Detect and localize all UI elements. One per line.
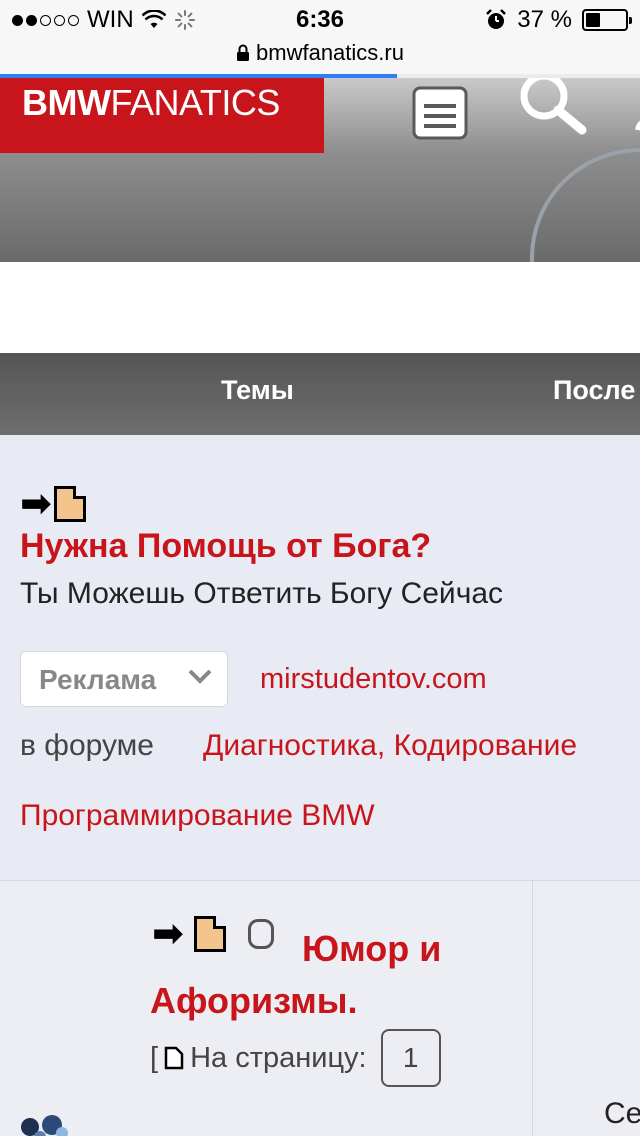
- chevron-down-icon: [188, 669, 212, 684]
- topic-title-link[interactable]: Юмор и Афоризмы.: [150, 923, 490, 1027]
- status-right-group: 37 %: [485, 6, 632, 34]
- ad-title-link[interactable]: Нужна Помощь от Бога?: [20, 527, 431, 566]
- logo-bold-text: BMW: [22, 82, 111, 123]
- arrow-right-icon: ➡: [20, 483, 52, 525]
- site-header: BMWFANATICS: [0, 78, 640, 262]
- alarm-icon: [486, 9, 507, 29]
- pagination-bracket: [: [150, 1041, 159, 1074]
- page-icon: [164, 1046, 184, 1070]
- url-text: bmwfanatics.ru: [256, 40, 404, 65]
- search-icon[interactable]: [514, 78, 590, 138]
- user-icon[interactable]: [628, 100, 640, 136]
- document-icon[interactable]: [410, 84, 472, 142]
- ad-label-button[interactable]: Реклама: [20, 651, 228, 707]
- logo-thin-text: FANATICS: [110, 82, 280, 123]
- header-decoration: [530, 148, 640, 262]
- tab-latest[interactable]: После: [553, 375, 635, 406]
- content-area: ➡ Нужна Помощь от Бога? Ты Можешь Ответи…: [0, 435, 640, 1136]
- banner-area: [0, 262, 640, 353]
- site-logo[interactable]: BMWFANATICS: [0, 78, 324, 153]
- ad-label: Реклама: [39, 664, 157, 695]
- table-row: ➡ Юмор и Афоризмы. [ На страницу: 1 Се: [0, 881, 640, 1136]
- forum-link[interactable]: Диагностика, Кодирование: [203, 729, 577, 763]
- status-bar: WIN 6:36 37 %: [0, 0, 640, 40]
- new-post-icon: [53, 486, 86, 522]
- column-separator: [532, 881, 533, 1136]
- forum-link-continued[interactable]: Программирование BMW: [20, 799, 375, 833]
- ad-topic-icons: ➡: [20, 485, 86, 523]
- forum-nav-bar: Темы После: [0, 353, 640, 435]
- forum-label: в форуме: [20, 729, 154, 762]
- avatar[interactable]: [18, 1111, 72, 1136]
- ad-description: Ты Можешь Ответить Богу Сейчас: [20, 577, 504, 610]
- battery-icon: [582, 9, 632, 31]
- battery-percentage: 37 %: [517, 6, 572, 33]
- tab-topics[interactable]: Темы: [221, 375, 294, 406]
- last-post-column-text: Се: [604, 1097, 640, 1130]
- topic-pagination: [ На страницу: 1: [150, 1029, 441, 1087]
- address-bar[interactable]: bmwfanatics.ru: [0, 40, 640, 74]
- page-number-button[interactable]: 1: [380, 1029, 441, 1087]
- ad-domain-link[interactable]: mirstudentov.com: [260, 663, 487, 696]
- pagination-label: На страницу:: [190, 1041, 367, 1074]
- lock-icon: [237, 44, 250, 61]
